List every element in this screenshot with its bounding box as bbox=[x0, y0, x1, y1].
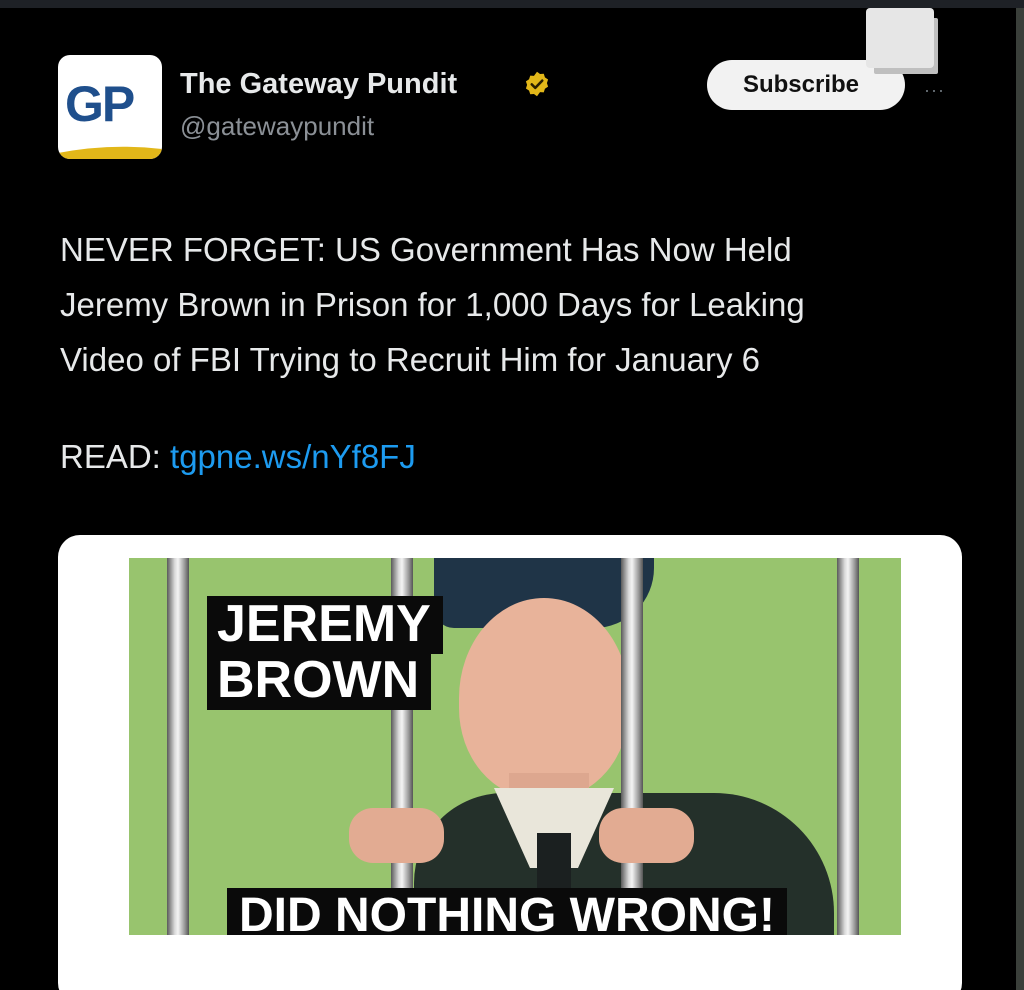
media-card[interactable]: JEREMY BROWN DID NOTHING WRONG! bbox=[58, 535, 962, 990]
post-text-line: Video of FBI Trying to Recruit Him for J… bbox=[60, 341, 761, 378]
post-text-line: NEVER FORGET: US Government Has Now Held bbox=[60, 231, 792, 268]
read-label: READ: bbox=[60, 438, 161, 475]
media-photo[interactable]: JEREMY BROWN DID NOTHING WRONG! bbox=[129, 558, 901, 935]
hand bbox=[349, 808, 444, 863]
avatar[interactable]: GP bbox=[58, 55, 162, 159]
top-status-strip bbox=[0, 0, 1024, 8]
overlay-square bbox=[866, 8, 934, 68]
prison-bar bbox=[167, 558, 189, 935]
prison-bar bbox=[837, 558, 859, 935]
avatar-logo-text: GP bbox=[65, 76, 135, 132]
hand bbox=[599, 808, 694, 863]
media-title-line: BROWN bbox=[207, 652, 432, 710]
window-edge bbox=[1016, 8, 1024, 990]
read-line: READ: tgpne.ws/nYf8FJ bbox=[60, 438, 416, 476]
post-text: NEVER FORGET: US Government Has Now Held… bbox=[60, 222, 980, 387]
post-link[interactable]: tgpne.ws/nYf8FJ bbox=[170, 438, 416, 475]
media-banner: DID NOTHING WRONG! bbox=[227, 888, 787, 935]
verified-badge-icon bbox=[525, 71, 549, 97]
media-title-line: JEREMY bbox=[207, 596, 443, 654]
more-dots-icon[interactable]: ··· bbox=[924, 80, 945, 101]
prison-bar bbox=[621, 558, 643, 935]
face bbox=[459, 598, 629, 798]
author-handle[interactable]: @gatewaypundit bbox=[180, 111, 374, 142]
post-text-line: Jeremy Brown in Prison for 1,000 Days fo… bbox=[60, 286, 805, 323]
author-name[interactable]: The Gateway Pundit bbox=[180, 68, 457, 101]
avatar-swoosh bbox=[58, 146, 162, 159]
